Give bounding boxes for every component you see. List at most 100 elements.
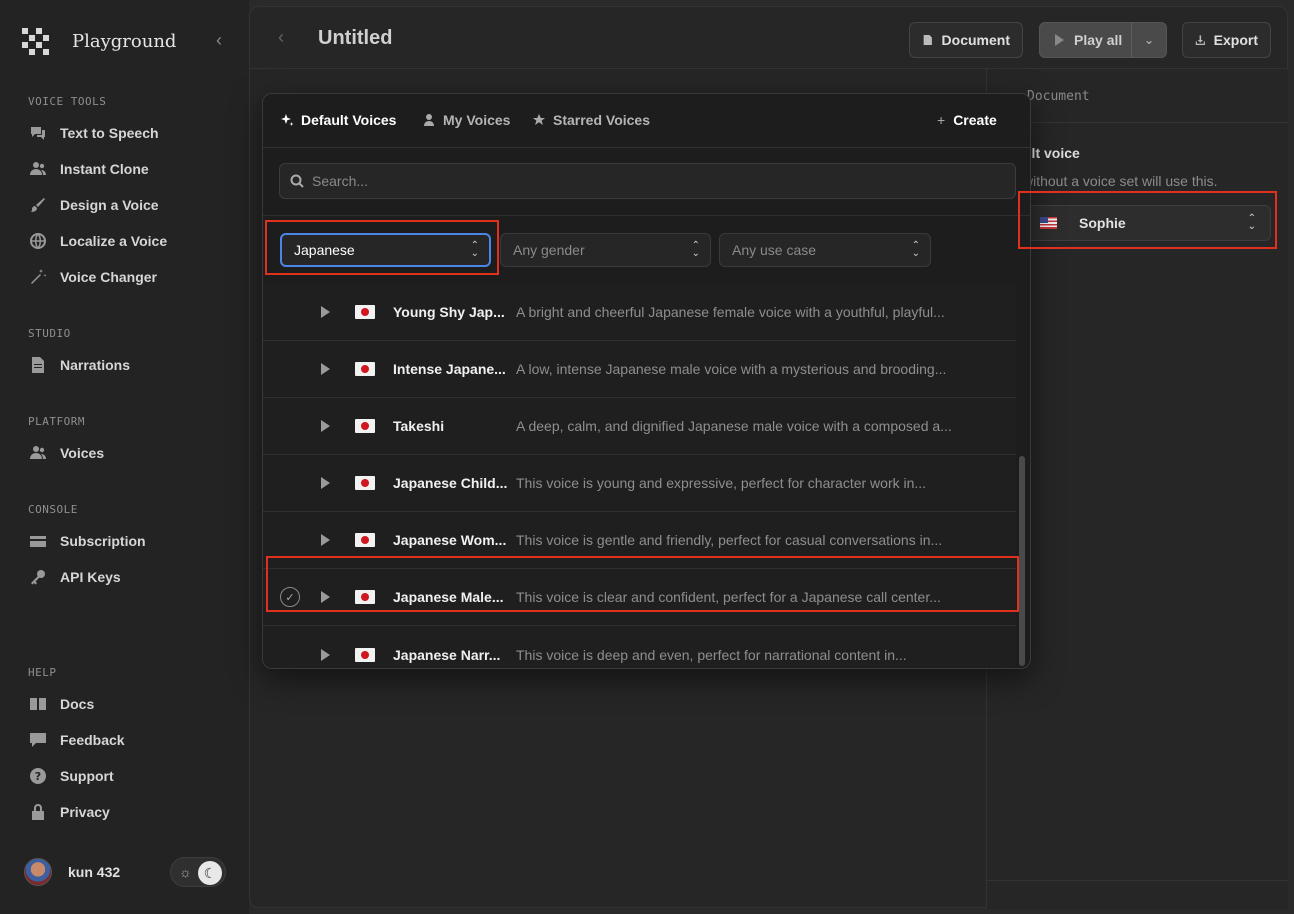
voice-name: Japanese Child... bbox=[393, 475, 508, 491]
sidebar: Playground ‹ VOICE TOOLS Text to Speech … bbox=[0, 0, 249, 914]
back-chevron-icon[interactable]: ‹ bbox=[278, 27, 284, 48]
brush-icon bbox=[28, 195, 48, 215]
chevron-down-icon[interactable]: ⌄ bbox=[1132, 33, 1166, 47]
playground-logo-icon bbox=[22, 28, 49, 55]
language-filter-select[interactable]: Japanese ⌃ ⌄ bbox=[280, 233, 491, 267]
document-icon bbox=[923, 35, 932, 45]
japan-flag-icon bbox=[355, 533, 375, 547]
voice-row[interactable]: Takeshi A deep, calm, and dignified Japa… bbox=[263, 398, 1016, 455]
sidebar-item-narrations[interactable]: Narrations bbox=[28, 353, 130, 377]
theme-toggle[interactable]: ☼ ☾ bbox=[170, 857, 226, 887]
play-icon[interactable] bbox=[321, 363, 330, 375]
sparkles-icon bbox=[281, 114, 294, 126]
default-voice-title: ult voice bbox=[1023, 145, 1080, 161]
tab-starred-voices[interactable]: Starred Voices bbox=[532, 112, 650, 128]
japan-flag-icon bbox=[355, 476, 375, 490]
play-icon[interactable] bbox=[321, 534, 330, 546]
sidebar-item-feedback[interactable]: Feedback bbox=[28, 728, 125, 752]
voice-description: A low, intense Japanese male voice with … bbox=[516, 361, 947, 377]
voice-row[interactable]: Japanese Child... This voice is young an… bbox=[263, 455, 1016, 512]
play-icon[interactable] bbox=[321, 477, 330, 489]
section-help: HELP bbox=[28, 666, 57, 679]
key-icon bbox=[28, 567, 48, 587]
voice-name: Takeshi bbox=[393, 418, 445, 434]
search-input[interactable] bbox=[312, 173, 992, 189]
section-console: CONSOLE bbox=[28, 503, 78, 516]
username: kun 432 bbox=[68, 864, 121, 880]
user-profile[interactable]: kun 432 bbox=[24, 858, 120, 886]
voice-row[interactable]: Young Shy Jap... A bright and cheerful J… bbox=[263, 284, 1016, 341]
voice-tabs: Default Voices My Voices Starred Voices … bbox=[263, 94, 1030, 148]
avatar bbox=[24, 858, 52, 886]
play-icon[interactable] bbox=[321, 306, 330, 318]
play-icon[interactable] bbox=[321, 591, 330, 603]
voice-name: Intense Japane... bbox=[393, 361, 506, 377]
up-down-icon: ⌃ ⌄ bbox=[1247, 213, 1256, 232]
gender-filter-select[interactable]: Any gender ⌃ ⌄ bbox=[500, 233, 711, 267]
credit-card-icon bbox=[28, 531, 48, 551]
tab-my-voices[interactable]: My Voices bbox=[422, 112, 510, 128]
brand-name: Playground bbox=[72, 30, 177, 52]
voice-list: Young Shy Jap... A bright and cheerful J… bbox=[263, 284, 1016, 668]
search-icon bbox=[290, 174, 304, 188]
sidebar-item-voice-changer[interactable]: Voice Changer bbox=[28, 265, 157, 289]
voice-row[interactable]: Intense Japane... A low, intense Japanes… bbox=[263, 341, 1016, 398]
play-icon[interactable] bbox=[321, 420, 330, 432]
japan-flag-icon bbox=[355, 647, 375, 662]
panel-header: Document bbox=[987, 69, 1289, 123]
globe-icon bbox=[28, 231, 48, 251]
download-icon bbox=[1195, 35, 1205, 45]
japan-flag-icon bbox=[355, 305, 375, 319]
collapse-sidebar-icon[interactable]: ‹ bbox=[216, 30, 222, 51]
use-case-filter-select[interactable]: Any use case ⌃ ⌄ bbox=[719, 233, 931, 267]
document-icon bbox=[28, 355, 48, 375]
voice-name: Japanese Male... bbox=[393, 589, 504, 605]
sidebar-item-voices[interactable]: Voices bbox=[28, 441, 104, 465]
voice-name: Japanese Wom... bbox=[393, 532, 507, 548]
check-circle-icon: ✓ bbox=[280, 587, 300, 607]
play-icon[interactable] bbox=[321, 648, 330, 661]
moon-icon: ☾ bbox=[198, 861, 222, 885]
list-scrollbar[interactable] bbox=[1019, 456, 1025, 666]
up-down-icon: ⌃ ⌄ bbox=[470, 240, 479, 259]
sidebar-item-support[interactable]: ? Support bbox=[28, 764, 114, 788]
magic-wand-icon bbox=[28, 267, 48, 287]
sidebar-item-api-keys[interactable]: API Keys bbox=[28, 565, 121, 589]
panel-header-label: Document bbox=[1027, 89, 1090, 104]
section-voice-tools: VOICE TOOLS bbox=[28, 95, 107, 108]
voice-search[interactable] bbox=[279, 163, 1016, 199]
book-icon bbox=[28, 694, 48, 714]
voice-description: A deep, calm, and dignified Japanese mal… bbox=[516, 418, 952, 434]
sidebar-item-design-a-voice[interactable]: Design a Voice bbox=[28, 193, 159, 217]
sidebar-item-subscription[interactable]: Subscription bbox=[28, 529, 146, 553]
default-voice-description: without a voice set will use this. bbox=[1023, 173, 1218, 189]
voice-name: Young Shy Jap... bbox=[393, 304, 505, 320]
sidebar-item-instant-clone[interactable]: Instant Clone bbox=[28, 157, 149, 181]
lock-icon bbox=[28, 802, 48, 822]
sidebar-item-docs[interactable]: Docs bbox=[28, 692, 94, 716]
create-voice-button[interactable]: + Create bbox=[937, 112, 997, 128]
up-down-icon: ⌃ ⌄ bbox=[911, 240, 920, 259]
sidebar-item-text-to-speech[interactable]: Text to Speech bbox=[28, 121, 159, 145]
tab-default-voices[interactable]: Default Voices bbox=[280, 112, 396, 128]
voice-row-selected[interactable]: ✓ Japanese Male... This voice is clear a… bbox=[263, 569, 1016, 626]
default-voice-select[interactable]: Sophie ⌃ ⌄ bbox=[1023, 205, 1271, 241]
voice-description: This voice is gentle and friendly, perfe… bbox=[516, 532, 943, 548]
export-button[interactable]: Export bbox=[1182, 22, 1271, 58]
help-circle-icon: ? bbox=[28, 766, 48, 786]
star-icon bbox=[533, 114, 545, 125]
voice-row[interactable]: Japanese Wom... This voice is gentle and… bbox=[263, 512, 1016, 569]
up-down-icon: ⌃ ⌄ bbox=[691, 240, 700, 259]
users-icon bbox=[28, 443, 48, 463]
sidebar-item-localize-a-voice[interactable]: Localize a Voice bbox=[28, 229, 167, 253]
divider bbox=[987, 880, 1289, 881]
sun-icon: ☼ bbox=[179, 864, 192, 880]
chat-bubble-icon bbox=[28, 730, 48, 750]
play-all-button[interactable]: Play all ⌄ bbox=[1039, 22, 1167, 58]
sidebar-item-privacy[interactable]: Privacy bbox=[28, 800, 110, 824]
brand[interactable]: Playground bbox=[22, 28, 177, 55]
document-button[interactable]: Document bbox=[909, 22, 1023, 58]
page-title[interactable]: Untitled bbox=[318, 27, 392, 50]
voice-picker-popup: Default Voices My Voices Starred Voices … bbox=[262, 93, 1031, 669]
voice-row[interactable]: Japanese Narr... This voice is deep and … bbox=[263, 626, 1016, 668]
